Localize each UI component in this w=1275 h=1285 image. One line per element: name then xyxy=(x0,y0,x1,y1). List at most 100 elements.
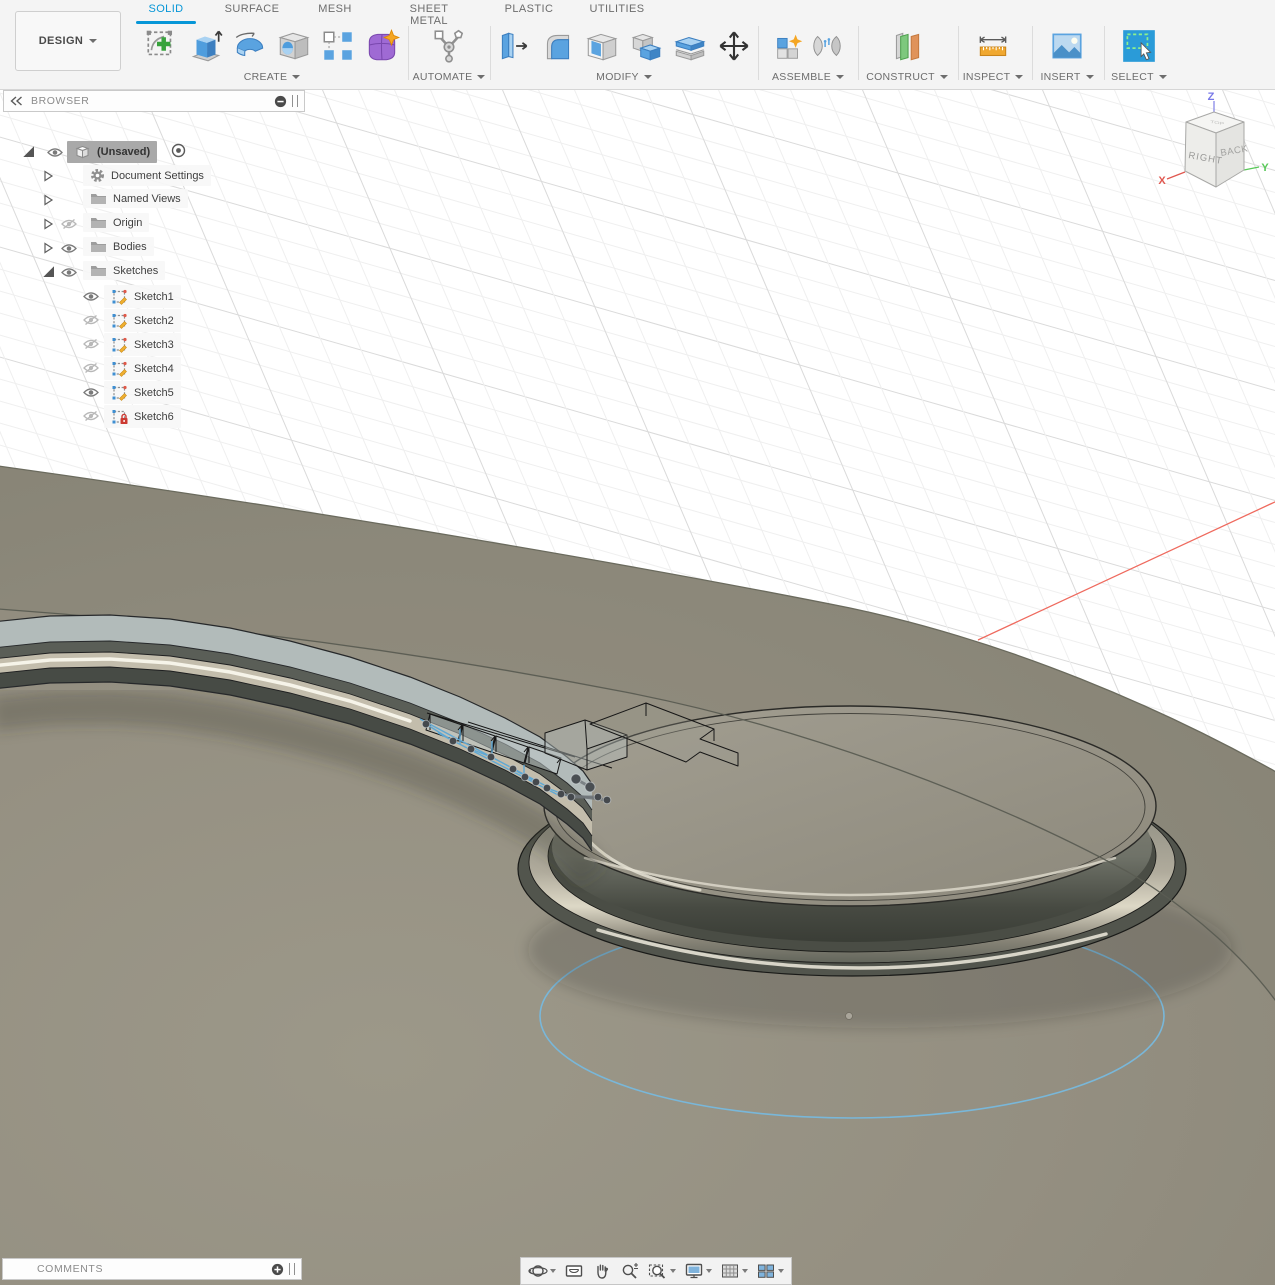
panel-drag-grip[interactable] xyxy=(289,1263,295,1275)
move-button[interactable] xyxy=(714,24,754,68)
tree-item-label[interactable]: Sketch5 xyxy=(134,387,174,399)
visibility-toggle[interactable] xyxy=(61,241,77,259)
look-at-button[interactable] xyxy=(561,1260,587,1282)
z-axis-label: Z xyxy=(1208,91,1215,103)
visibility-toggle[interactable] xyxy=(83,361,99,379)
pan-button[interactable] xyxy=(589,1260,615,1282)
group-label-insert[interactable]: INSERT xyxy=(1040,69,1094,85)
group-label-automate[interactable]: AUTOMATE xyxy=(413,69,486,85)
hole-button[interactable] xyxy=(274,24,314,68)
tree-item-label[interactable]: Sketch6 xyxy=(134,411,174,423)
sketch-icon xyxy=(111,360,128,377)
browser-header[interactable]: BROWSER xyxy=(3,90,305,112)
tab-sheet-metal[interactable]: SHEET METAL xyxy=(390,3,468,27)
tab-solid[interactable]: SOLID xyxy=(136,3,196,24)
form-button[interactable] xyxy=(362,24,402,68)
visibility-toggle[interactable] xyxy=(83,409,99,427)
visibility-toggle[interactable] xyxy=(83,337,99,355)
tree-item-label[interactable]: (Unsaved) xyxy=(97,146,150,158)
viewport-canvas[interactable] xyxy=(0,0,1275,1285)
x-axis-label: X xyxy=(1158,175,1166,187)
visibility-toggle[interactable] xyxy=(61,265,77,283)
group-label-select[interactable]: SELECT xyxy=(1111,69,1167,85)
activate-component-radio[interactable] xyxy=(171,143,186,163)
remove-panel-icon[interactable] xyxy=(274,95,287,108)
tab-mesh[interactable]: MESH xyxy=(312,3,358,21)
grid-settings-button[interactable] xyxy=(717,1260,751,1282)
expand-arrow-icon xyxy=(44,242,54,254)
chevron-down-icon[interactable] xyxy=(778,1269,784,1273)
tree-expander[interactable] xyxy=(43,217,54,235)
chevron-down-icon xyxy=(292,75,301,79)
eye-off-icon xyxy=(83,410,99,422)
chevron-down-icon xyxy=(1158,75,1167,79)
press-pull-button[interactable] xyxy=(494,24,534,68)
construction-plane-button[interactable] xyxy=(887,24,927,68)
view-cube[interactable]: RIGHT BACK TOP Z X Y xyxy=(1148,88,1275,203)
visibility-toggle[interactable] xyxy=(83,385,99,403)
tree-expander[interactable] xyxy=(43,265,55,283)
tree-item-label[interactable]: Sketch4 xyxy=(134,363,174,375)
collapse-panel-icon[interactable] xyxy=(10,96,23,106)
new-component-button[interactable] xyxy=(772,24,806,68)
orbit-button[interactable] xyxy=(525,1260,559,1282)
tree-expander[interactable] xyxy=(43,241,54,259)
tree-item-label[interactable]: Named Views xyxy=(113,193,181,205)
window-zoom-button[interactable] xyxy=(645,1260,679,1282)
visibility-toggle[interactable] xyxy=(83,313,99,331)
y-axis-label: Y xyxy=(1261,162,1269,174)
fillet-button[interactable] xyxy=(538,24,578,68)
measure-button[interactable] xyxy=(973,24,1013,68)
tree-item-label[interactable]: Sketch1 xyxy=(134,291,174,303)
group-label-modify[interactable]: MODIFY xyxy=(596,69,652,85)
tree-expander[interactable] xyxy=(43,193,54,211)
group-label-assemble[interactable]: ASSEMBLE xyxy=(772,69,844,85)
group-label-inspect[interactable]: INSPECT xyxy=(963,69,1024,85)
automate-button[interactable] xyxy=(429,24,469,68)
folder-icon xyxy=(90,264,107,277)
tree-expander[interactable] xyxy=(23,145,35,163)
joint-button[interactable] xyxy=(810,24,844,68)
group-label-create[interactable]: CREATE xyxy=(244,69,301,85)
tree-item-label[interactable]: Sketch2 xyxy=(134,315,174,327)
create-sketch-button[interactable] xyxy=(142,24,182,68)
visibility-toggle[interactable] xyxy=(83,289,99,307)
chevron-down-icon[interactable] xyxy=(550,1269,556,1273)
group-label-construct[interactable]: CONSTRUCT xyxy=(866,69,948,85)
chevron-down-icon[interactable] xyxy=(670,1269,676,1273)
chevron-down-icon[interactable] xyxy=(706,1269,712,1273)
revolve-button[interactable] xyxy=(230,24,270,68)
tree-item-label[interactable]: Origin xyxy=(113,217,142,229)
zoom-button[interactable] xyxy=(617,1260,643,1282)
chevron-down-icon[interactable] xyxy=(742,1269,748,1273)
tree-item-label[interactable]: Document Settings xyxy=(111,170,204,182)
visibility-toggle[interactable] xyxy=(47,145,63,163)
insert-image-button[interactable] xyxy=(1047,24,1087,68)
hole-icon xyxy=(278,32,310,60)
tree-item-label[interactable]: Bodies xyxy=(113,241,147,253)
shell-button[interactable] xyxy=(582,24,622,68)
sketch-center-point[interactable] xyxy=(845,1012,853,1020)
select-button[interactable] xyxy=(1119,24,1159,68)
add-comment-icon[interactable] xyxy=(271,1263,284,1276)
combine-button[interactable] xyxy=(626,24,666,68)
workspace-switcher[interactable]: DESIGN xyxy=(15,11,121,71)
tree-expander[interactable] xyxy=(43,169,54,187)
browser-panel: BROWSER (Unsaved) Document Settings Named … xyxy=(3,90,305,428)
tree-item-label[interactable]: Sketch3 xyxy=(134,339,174,351)
tab-utilities[interactable]: UTILITIES xyxy=(588,3,646,21)
tab-plastic[interactable]: PLASTIC xyxy=(501,3,557,21)
display-settings-button[interactable] xyxy=(681,1260,715,1282)
panel-drag-grip[interactable] xyxy=(292,95,298,107)
extrude-button[interactable] xyxy=(186,24,226,68)
tab-surface[interactable]: SURFACE xyxy=(222,3,282,21)
viewports-button[interactable] xyxy=(753,1260,787,1282)
pattern-button[interactable] xyxy=(318,24,358,68)
tree-item-label[interactable]: Sketches xyxy=(113,265,158,277)
toolbar-group-create: CREATE xyxy=(138,22,406,86)
split-body-button[interactable] xyxy=(670,24,710,68)
visibility-toggle[interactable] xyxy=(61,217,77,235)
sketch-icon xyxy=(111,384,128,401)
comments-header[interactable]: COMMENTS xyxy=(2,1258,302,1280)
fillet-icon xyxy=(546,34,570,60)
